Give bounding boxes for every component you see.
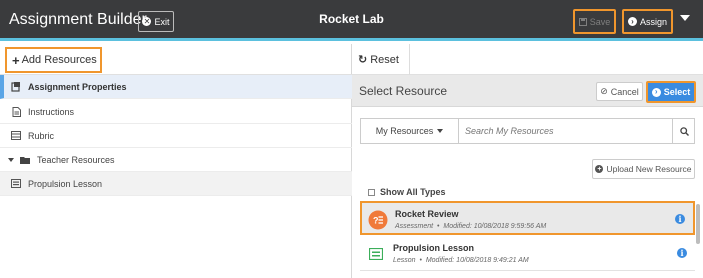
reset-button[interactable]: ↻ Reset [358,44,410,75]
resource-list-scrollbar[interactable] [696,204,700,244]
exit-icon: ✕ [142,16,152,26]
select-resource-title: Select Resource [359,84,448,98]
meta-separator: • [417,257,424,264]
lesson-icon [366,244,386,264]
chevron-down-icon[interactable] [8,157,14,162]
assign-label: Assign [639,16,667,27]
cancel-label: Cancel [610,86,639,97]
resource-meta: Assessment • Modified: 10/08/2018 9:59:5… [395,223,546,230]
search-button[interactable] [672,119,695,143]
resource-meta: Lesson • Modified: 10/08/2018 9:49:21 AM [393,257,529,264]
add-resources-bar: + Add Resources [0,44,352,75]
sidebar-item-label: Propulsion Lesson [28,178,103,189]
properties-icon [11,81,21,92]
plus-icon: + [12,52,20,68]
resource-search-bar: My Resources [360,118,695,144]
show-all-label: Show All Types [380,187,446,197]
info-icon[interactable]: i [675,214,685,224]
upload-icon: + [595,165,604,173]
reset-icon: ↻ [358,54,368,66]
svg-text:?: ? [373,216,379,226]
select-label: Select [663,87,691,97]
add-resources-label: Add Resources [21,54,97,66]
resource-type: Lesson [393,257,416,264]
resource-item-propulsion-lesson[interactable]: Propulsion Lesson Lesson • Modified: 10/… [360,237,695,271]
sidebar-item-label: Teacher Resources [37,154,115,165]
cancel-button[interactable]: ⊘ Cancel [596,82,643,101]
add-resources-button[interactable]: + Add Resources [5,47,102,73]
show-all-types-toggle[interactable]: Show All Types [368,187,446,197]
resource-modified: Modified: 10/08/2018 9:59:56 AM [443,223,547,230]
resource-type: Assessment [395,223,434,230]
select-resource-header: Select Resource ⊘ Cancel › Select [352,75,703,107]
resource-title: Rocket Review [395,209,459,219]
top-bar: Assignment Builder ✕ Exit Rocket Lab Sav… [0,0,703,41]
meta-separator: • [435,223,442,230]
my-resources-label: My Resources [375,126,434,136]
select-button[interactable]: › Select [646,81,696,103]
reset-label: Reset [370,53,399,66]
save-icon [578,17,587,26]
document-icon [11,106,21,117]
chevron-down-icon [437,129,444,133]
folder-icon [20,155,30,165]
resource-modified: Modified: 10/08/2018 9:49:21 AM [425,257,529,264]
reset-bar: ↻ Reset [352,44,703,75]
upload-new-resource-button[interactable]: + Upload New Resource [592,159,695,179]
sidebar-item-instructions[interactable]: Instructions [0,100,352,124]
assign-button[interactable]: › Assign [622,9,673,34]
exit-button[interactable]: ✕ Exit [138,11,174,32]
sidebar-item-assignment-properties[interactable]: Assignment Properties [0,75,352,99]
list-icon [11,131,21,141]
search-input[interactable] [465,123,665,139]
assign-icon: › [627,17,637,26]
assessment-icon: ? [368,210,388,230]
info-icon[interactable]: i [677,248,687,258]
sidebar-item-rubric[interactable]: Rubric [0,124,352,148]
select-resource-panel: ↻ Reset Select Resource ⊘ Cancel › Selec… [352,44,703,278]
sidebar-item-teacher-resources[interactable]: Teacher Resources [0,148,352,172]
my-resources-dropdown[interactable]: My Resources [361,119,459,143]
save-button[interactable]: Save [573,9,616,34]
select-icon: › [651,87,661,97]
resource-title: Propulsion Lesson [393,243,475,253]
cancel-icon: ⊘ [600,86,608,96]
menu-dropdown-icon[interactable] [680,15,690,21]
app-title: Assignment Builder [9,11,147,28]
sidebar-item-label: Rubric [28,130,55,141]
sidebar-item-label: Assignment Properties [28,81,127,92]
show-all-checkbox[interactable] [368,188,375,196]
sidebar-item-label: Instructions [28,106,75,117]
resources-sidebar: + Add Resources Assignment Properties In… [0,44,352,278]
exit-label: Exit [154,16,170,27]
search-icon [679,126,689,136]
sidebar-item-propulsion-lesson[interactable]: Propulsion Lesson [0,172,352,196]
save-label: Save [589,16,611,27]
upload-label: Upload New Resource [606,164,692,174]
resource-item-rocket-review[interactable]: ? Rocket Review Assessment • Modified: 1… [360,201,695,235]
lesson-icon [11,179,21,189]
